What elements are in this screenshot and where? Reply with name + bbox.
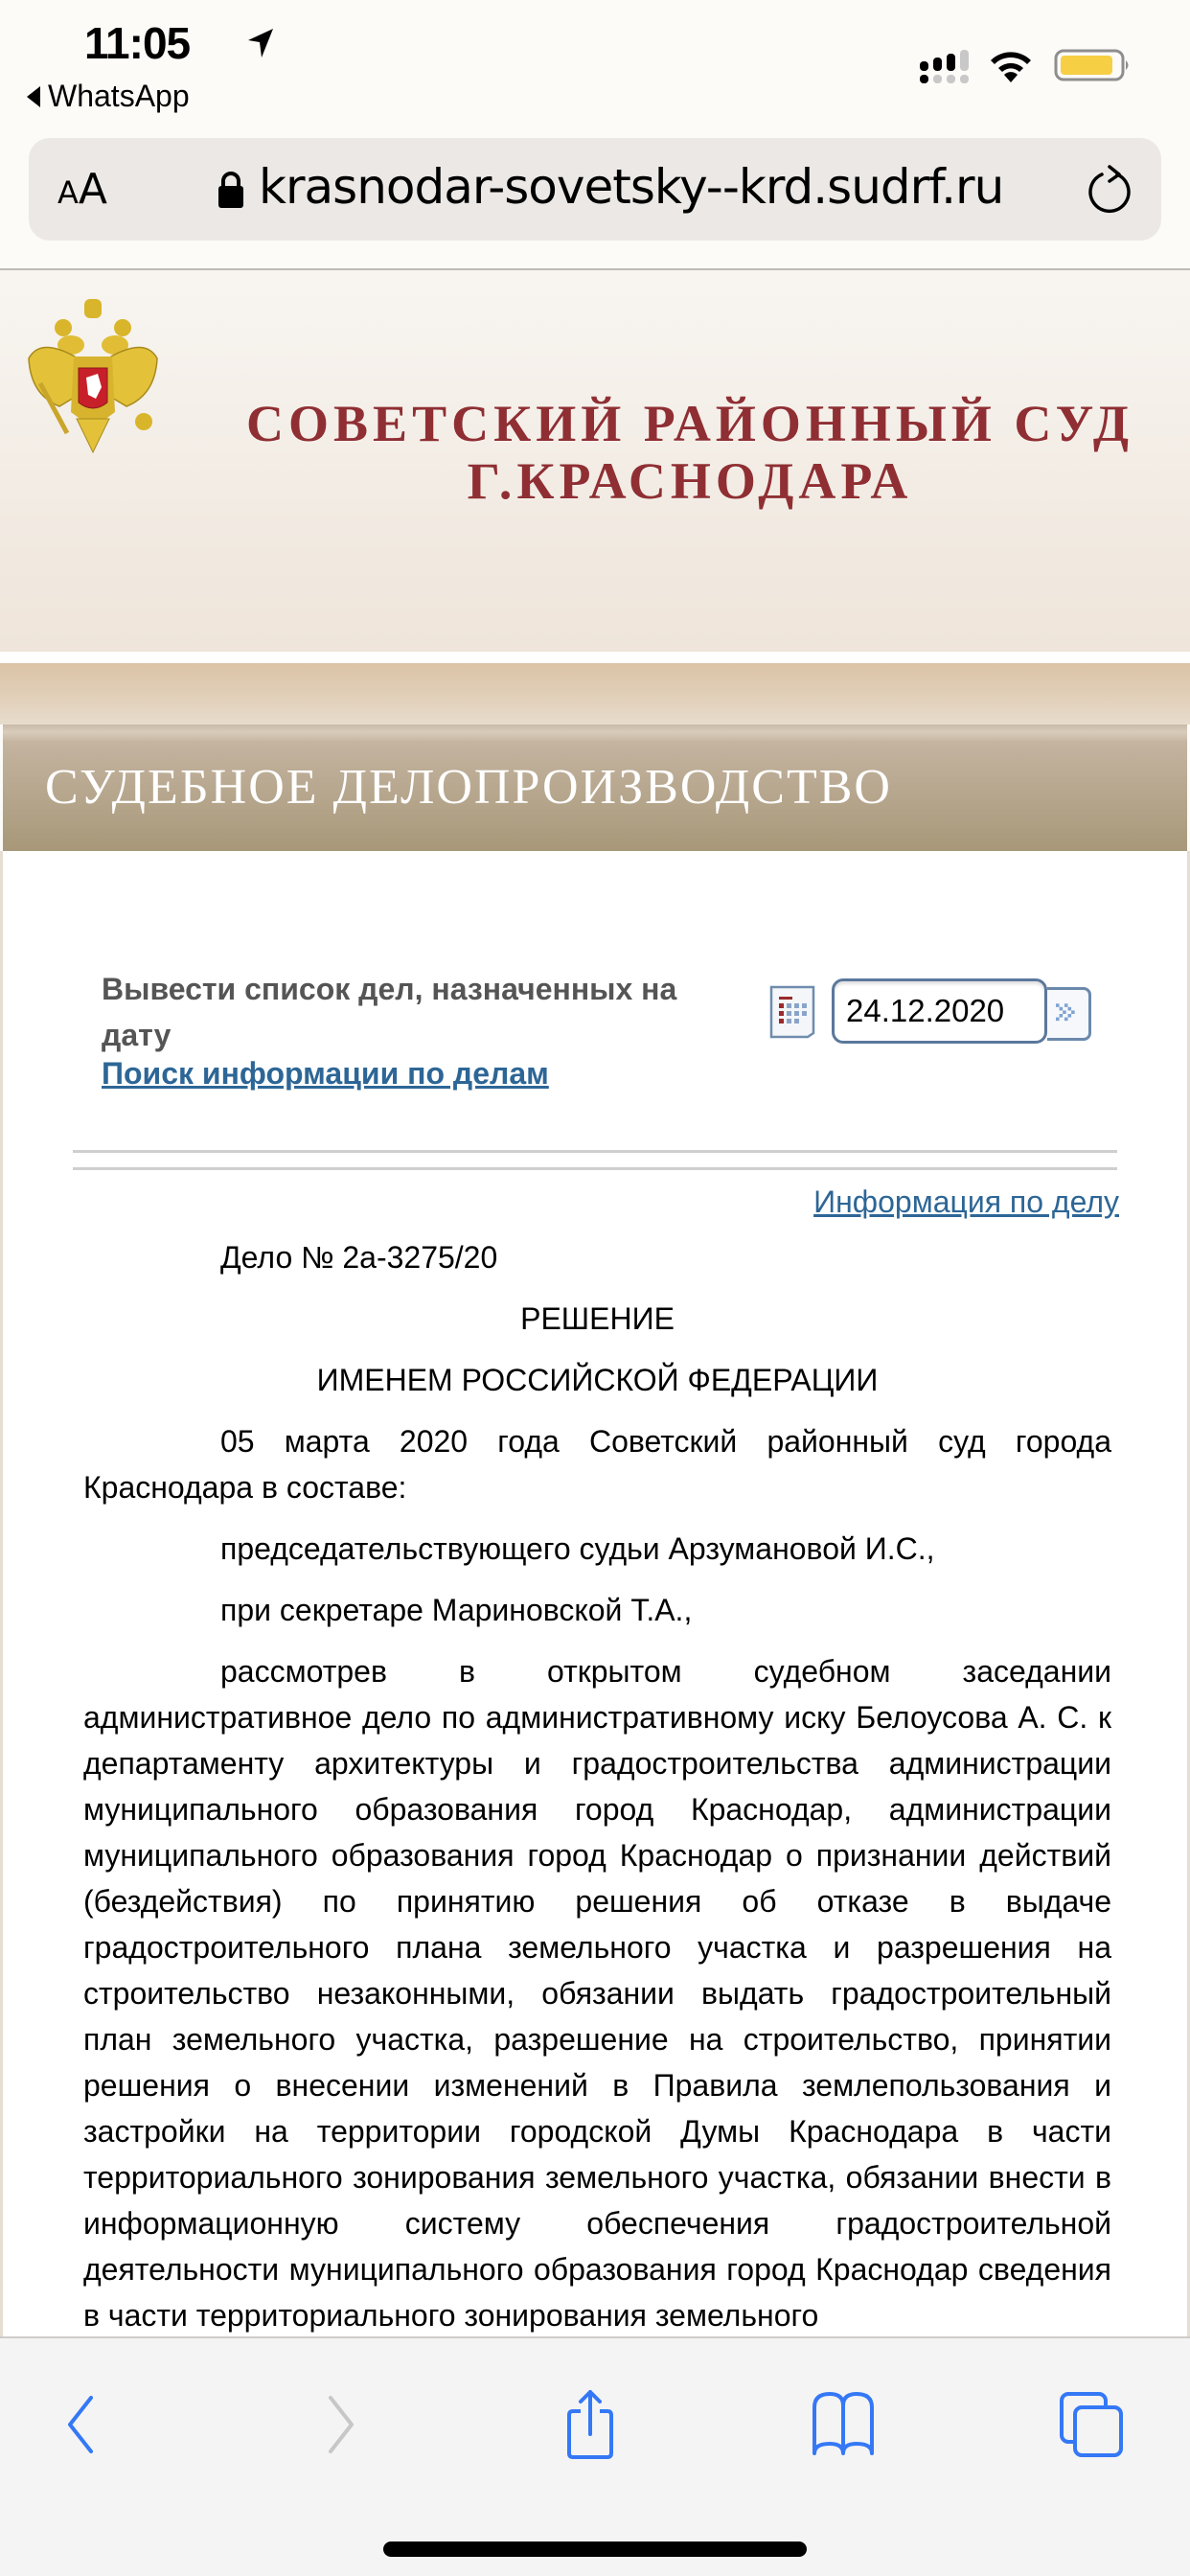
case-info-link[interactable]: Информация по делу [813, 1184, 1119, 1220]
home-indicator[interactable] [383, 2542, 807, 2557]
header-gap [0, 652, 1190, 663]
reload-icon[interactable] [1083, 165, 1136, 218]
tabs-button[interactable] [1054, 2386, 1131, 2463]
bookmarks-button[interactable] [805, 2386, 881, 2463]
coat-of-arms-emblem[interactable] [21, 299, 165, 457]
court-secretary: при секретаре Мариновской Т.А., [220, 1593, 693, 1627]
divider-line [73, 1167, 1117, 1170]
signal-bar-primary [933, 58, 942, 71]
content-frame: Вывести список дел, назначенных на дату … [0, 851, 1190, 2336]
signal-bar-primary [920, 61, 928, 71]
presiding-judge: председательствующего судьи Арзумановой … [220, 1531, 935, 1566]
court-title-line2: Г.КРАСНОДАРА [467, 452, 913, 510]
status-time: 11:05 [84, 18, 191, 68]
signal-dot-secondary [960, 75, 969, 83]
share-button[interactable] [552, 2386, 629, 2463]
show-cases-button[interactable] [1047, 987, 1091, 1041]
chevron-right-icon [329, 2396, 354, 2453]
text-size-small-a: A [57, 174, 79, 211]
back-button[interactable] [43, 2386, 120, 2463]
tabs-icon [1060, 2392, 1123, 2457]
back-triangle-icon [27, 85, 40, 107]
court-title-line1: СОВЕТСКИЙ РАЙОННЫЙ СУД [246, 395, 1133, 452]
location-arrow-icon [248, 29, 273, 58]
signal-dot-secondary [920, 75, 928, 83]
chevron-left-icon [68, 2396, 93, 2453]
double-chevron-right-icon [1056, 1003, 1075, 1022]
signal-dot-secondary [947, 75, 955, 83]
back-app-label: WhatsApp [48, 79, 190, 113]
divider-line [73, 1150, 1117, 1153]
url-text[interactable]: krasnodar-sovetsky--krd.sudrf.ru [259, 159, 1004, 215]
section-title: СУДЕБНОЕ ДЕЛОПРОИЗВОДСТВО [45, 760, 892, 815]
court-decision-document: Дело № 2а-3275/20 РЕШЕНИЕ ИМЕНЕМ РОССИЙС… [83, 1234, 1111, 2354]
back-to-app-button[interactable]: WhatsApp [27, 79, 190, 114]
text-size-large-a: A [78, 165, 107, 214]
forward-button[interactable] [302, 2386, 378, 2463]
signal-dot-secondary [933, 75, 942, 83]
banner-top-strip [0, 663, 1190, 724]
date-input[interactable] [832, 978, 1047, 1044]
content-panel: Вывести список дел, назначенных на дату … [3, 851, 1187, 2336]
decision-subheading: ИМЕНЕМ РОССИЙСКОЙ ФЕДЕРАЦИИ [316, 1363, 879, 1397]
decision-intro: 05 марта 2020 года Советский районный су… [83, 1424, 1111, 1505]
signal-bar-primary [947, 54, 955, 71]
share-icon [567, 2390, 613, 2459]
wifi-icon [991, 52, 1031, 82]
site-header: СОВЕТСКИЙ РАЙОННЫЙ СУД Г.КРАСНОДАРА [0, 270, 1190, 652]
calendar-icon[interactable] [769, 985, 815, 1039]
book-icon [812, 2392, 874, 2455]
date-filter-label: Вывести список дел, назначенных на дату [102, 972, 677, 1052]
decision-body: рассмотрев в открытом судебном заседании… [83, 1654, 1111, 2333]
lock-icon [218, 172, 243, 208]
section-banner: СУДЕБНОЕ ДЕЛОПРОИЗВОДСТВО [3, 724, 1187, 851]
text-size-button[interactable]: A A [57, 165, 107, 214]
case-search-link[interactable]: Поиск информации по делам [102, 1056, 549, 1092]
decision-heading: РЕШЕНИЕ [520, 1301, 675, 1336]
court-title: СОВЕТСКИЙ РАЙОННЫЙ СУД Г.КРАСНОДАРА [230, 395, 1150, 510]
case-number: Дело № 2а-3275/20 [220, 1240, 498, 1275]
signal-bar-primary [960, 50, 969, 71]
browser-toolbar [0, 2336, 1190, 2576]
address-bar[interactable]: A A krasnodar-sovetsky--krd.sudrf.ru [29, 138, 1161, 241]
status-bar: 11:05 WhatsApp [0, 0, 1190, 134]
battery-icon [1054, 49, 1129, 81]
cellular-signal-icon [920, 50, 969, 83]
